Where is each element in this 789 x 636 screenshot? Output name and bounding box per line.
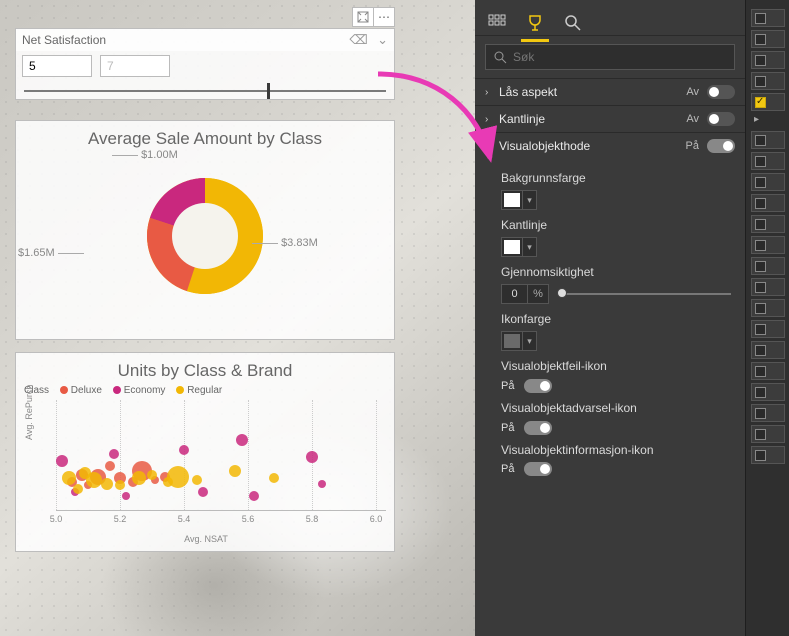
rail-item[interactable]	[751, 51, 785, 69]
label-error-icon: Visualobjektfeil-ikon	[501, 359, 731, 373]
label-opacity: Gjennomsiktighet	[501, 265, 731, 279]
picker-bordercolor[interactable]: ▾	[501, 237, 537, 257]
label-info-icon: Visualobjektinformasjon-ikon	[501, 443, 731, 457]
opacity-slider[interactable]	[557, 284, 731, 304]
scatter-legend: Class Deluxe Economy Regular	[16, 383, 394, 398]
slicer-max-input[interactable]	[100, 55, 170, 77]
analytics-tab[interactable]	[561, 11, 585, 35]
donut-label-top: $1.00M	[112, 149, 178, 161]
chevron-right-icon: ›	[485, 87, 499, 98]
report-canvas[interactable]: ⋯ Net Satisfaction ⌫ ⌄ Average Sale Amou…	[0, 0, 475, 636]
rail-item[interactable]	[751, 30, 785, 48]
fields-tab[interactable]	[485, 11, 509, 35]
slicer-range-track[interactable]	[24, 83, 386, 99]
rail-item[interactable]	[751, 236, 785, 254]
section-border[interactable]: › Kantlinje Av	[475, 106, 745, 132]
slicer-thumb[interactable]	[267, 83, 270, 99]
more-options-icon[interactable]: ⋯	[373, 7, 395, 27]
search-box[interactable]	[485, 44, 735, 70]
label-bgcolor: Bakgrunnsfarge	[501, 171, 731, 185]
rail-item[interactable]	[751, 152, 785, 170]
donut-label-right: $3.83M	[252, 237, 318, 249]
rail-item[interactable]	[751, 320, 785, 338]
rail-item[interactable]	[751, 131, 785, 149]
rail-item[interactable]	[751, 72, 785, 90]
scatter-ylabel: Avg. RePurch	[24, 385, 34, 440]
section-aspect[interactable]: › Lås aspekt Av	[475, 79, 745, 105]
rail-item[interactable]	[751, 362, 785, 380]
scatter-chart-visual[interactable]: Units by Class & Brand Class Deluxe Econ…	[15, 352, 395, 552]
rail-item[interactable]	[751, 404, 785, 422]
format-panel: › Lås aspekt Av › Kantlinje Av ⌄ Visualo…	[475, 0, 745, 636]
label-warning-icon: Visualobjektadvarsel-ikon	[501, 401, 731, 415]
donut-label-left: $1.65M	[18, 247, 84, 259]
toggle-border[interactable]	[707, 112, 735, 126]
picker-bgcolor[interactable]: ▾	[501, 190, 537, 210]
rail-item[interactable]	[751, 341, 785, 359]
rail-item[interactable]	[751, 257, 785, 275]
slicer-title: Net Satisfaction	[22, 33, 106, 47]
donut-chart-visual[interactable]: Average Sale Amount by Class	[15, 120, 395, 340]
panel-tabs	[475, 0, 745, 36]
scatter-plot-area: Avg. RePurch Avg. NSAT 5.05.25.45.65.86.…	[26, 400, 386, 530]
rail-item[interactable]	[751, 93, 785, 111]
toggle-aspect[interactable]	[707, 85, 735, 99]
rail-item[interactable]	[751, 194, 785, 212]
rail-item[interactable]	[751, 299, 785, 317]
scatter-xlabel: Avg. NSAT	[184, 534, 228, 544]
rail-item[interactable]	[751, 9, 785, 27]
format-tab[interactable]	[523, 11, 547, 35]
focus-mode-icon[interactable]	[352, 7, 374, 27]
label-bordercolor: Kantlinje	[501, 218, 731, 232]
rail-item[interactable]	[751, 215, 785, 233]
eraser-icon[interactable]: ⌫	[349, 32, 367, 47]
donut-chart	[120, 151, 290, 311]
swatch-iconcolor	[504, 334, 520, 348]
opacity-input[interactable]: 0 %	[501, 284, 549, 304]
slicer-visual[interactable]: ⋯ Net Satisfaction ⌫ ⌄	[15, 28, 395, 100]
toggle-error-icon[interactable]	[524, 379, 552, 393]
swatch-bordercolor	[504, 240, 520, 254]
rail-item[interactable]	[751, 278, 785, 296]
scatter-title: Units by Class & Brand	[16, 353, 394, 383]
caret-down-icon: ▾	[522, 191, 536, 209]
toggle-visual-header[interactable]	[707, 139, 735, 153]
rail-item[interactable]	[751, 425, 785, 443]
caret-down-icon: ▾	[522, 332, 536, 350]
donut-title: Average Sale Amount by Class	[16, 121, 394, 151]
label-iconcolor: Ikonfarge	[501, 312, 731, 326]
toggle-info-icon[interactable]	[524, 462, 552, 476]
rail-item[interactable]	[751, 173, 785, 191]
rail-item[interactable]	[751, 446, 785, 464]
slicer-min-input[interactable]	[22, 55, 92, 77]
search-icon	[494, 51, 507, 64]
chevron-right-icon: ›	[485, 114, 499, 125]
picker-iconcolor[interactable]: ▾	[501, 331, 537, 351]
rail-item[interactable]	[751, 383, 785, 401]
swatch-bgcolor	[504, 193, 520, 207]
section-visual-header[interactable]: ⌄ Visualobjekthode På	[475, 133, 745, 159]
rail-expand-icon[interactable]: ▸	[751, 114, 784, 128]
search-input[interactable]	[513, 50, 726, 64]
chevron-down-icon[interactable]: ⌄	[377, 32, 388, 47]
chevron-down-icon: ⌄	[485, 141, 499, 152]
selection-rail: ▸	[745, 0, 789, 636]
toggle-warning-icon[interactable]	[524, 421, 552, 435]
caret-down-icon: ▾	[522, 238, 536, 256]
